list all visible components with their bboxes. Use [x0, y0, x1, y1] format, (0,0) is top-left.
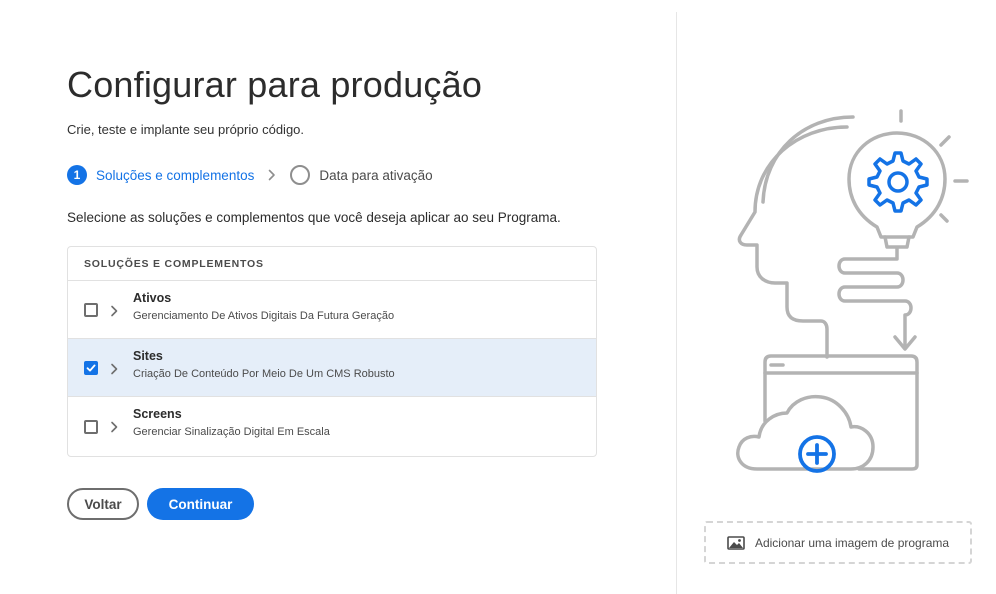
- program-illustration: [736, 109, 969, 473]
- chevron-right-icon[interactable]: [109, 420, 119, 433]
- chevron-right-icon[interactable]: [109, 362, 119, 375]
- step-1-label[interactable]: Soluções e complementos: [96, 168, 254, 183]
- row-description: Gerenciar Sinalização Digital Em Escala: [133, 426, 330, 438]
- add-program-image-button[interactable]: Adicionar uma imagem de programa: [704, 521, 972, 564]
- back-button[interactable]: Voltar: [67, 488, 139, 520]
- step-2-label[interactable]: Data para ativação: [319, 168, 432, 183]
- row-title: Screens: [133, 407, 182, 421]
- chevron-right-icon: [266, 169, 278, 181]
- main-panel: Configurar para produção Crie, teste e i…: [0, 0, 676, 594]
- checkbox-ativos[interactable]: [84, 302, 98, 317]
- chevron-right-icon[interactable]: [109, 304, 119, 317]
- add-image-label: Adicionar uma imagem de programa: [754, 535, 950, 550]
- step-1-number: 1: [67, 165, 87, 185]
- table-row-sites[interactable]: Sites Criação De Conteúdo Por Meio De Um…: [68, 339, 596, 397]
- page-subtitle: Crie, teste e implante seu próprio códig…: [67, 122, 305, 137]
- continue-button[interactable]: Continuar: [147, 488, 254, 520]
- row-description: Criação De Conteúdo Por Meio De Um CMS R…: [133, 368, 395, 380]
- checkbox-screens[interactable]: [84, 419, 98, 434]
- stepper: 1 Soluções e complementos Data para ativ…: [67, 164, 433, 186]
- page-title: Configurar para produção: [67, 64, 483, 105]
- instructions-text: Selecione as soluções e complementos que…: [67, 210, 561, 225]
- table-row-screens[interactable]: Screens Gerenciar Sinalização Digital Em…: [68, 397, 596, 456]
- illustration-panel: Adicionar uma imagem de programa: [676, 12, 996, 594]
- row-text: Ativos Gerenciamento De Ativos Digitais …: [133, 291, 394, 322]
- solutions-table: SOLUÇÕES E COMPLEMENTOS Ativos Gerenciam…: [67, 246, 597, 457]
- checkbox-sites[interactable]: [84, 360, 98, 375]
- row-description: Gerenciamento De Ativos Digitais Da Futu…: [133, 310, 395, 322]
- table-header: SOLUÇÕES E COMPLEMENTOS: [68, 247, 596, 281]
- table-row-ativos[interactable]: Ativos Gerenciamento De Ativos Digitais …: [68, 281, 596, 339]
- step-2-circle: [290, 165, 311, 185]
- image-icon: [727, 535, 745, 550]
- row-title: Sites: [133, 349, 163, 363]
- row-title: Ativos: [133, 291, 172, 305]
- row-text: Screens Gerenciar Sinalização Digital Em…: [133, 407, 330, 438]
- row-text: Sites Criação De Conteúdo Por Meio De Um…: [133, 349, 395, 380]
